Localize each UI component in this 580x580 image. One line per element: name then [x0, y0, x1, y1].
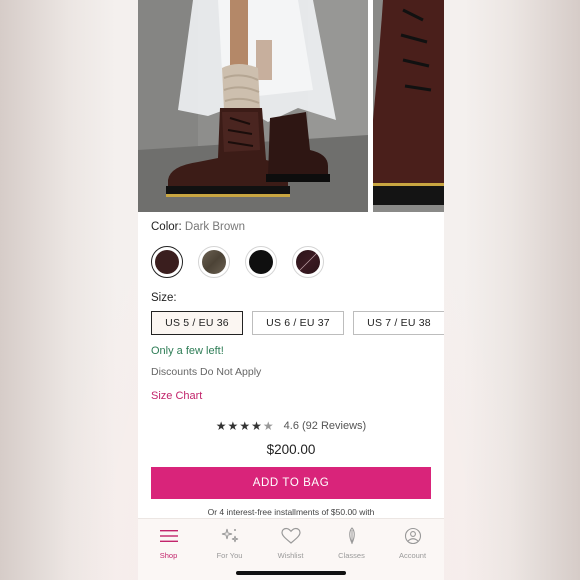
- size-option-us6[interactable]: US 6 / EU 37: [252, 311, 344, 335]
- add-to-bag-button[interactable]: ADD TO BAG: [151, 467, 431, 499]
- boot-worn-illustration: [138, 0, 368, 212]
- phone-screen: Color: Dark Brown Size: US 5 / EU 36 US …: [138, 0, 444, 580]
- menu-lines-icon: [159, 530, 178, 542]
- heart-icon: [280, 527, 301, 544]
- size-option-us7[interactable]: US 7 / EU 38: [353, 311, 444, 335]
- swatch-olive-brown[interactable]: [198, 246, 230, 278]
- product-photo-next[interactable]: [373, 0, 444, 212]
- size-chart-link[interactable]: Size Chart: [151, 390, 202, 402]
- rating-summary[interactable]: ★★★★★ 4.6 (92 Reviews): [138, 419, 444, 433]
- stock-status: Only a few left!: [151, 345, 224, 357]
- feather-icon: [348, 527, 355, 545]
- star-rating-icon: ★★★★★: [215, 419, 275, 433]
- product-image-gallery[interactable]: [138, 0, 444, 212]
- nav-item-shop[interactable]: Shop: [138, 527, 199, 560]
- home-indicator[interactable]: [236, 571, 346, 575]
- nav-label-for-you: For You: [216, 551, 243, 560]
- nav-label-classes: Classes: [338, 551, 365, 560]
- nav-item-classes[interactable]: Classes: [321, 527, 382, 560]
- size-option-us5[interactable]: US 5 / EU 36: [151, 311, 243, 335]
- swatch-color-dark-brown: [155, 250, 179, 274]
- nav-item-for-you[interactable]: For You: [199, 527, 260, 560]
- swatch-dark-brown[interactable]: [151, 246, 183, 278]
- swatch-color-burgundy: [296, 250, 320, 274]
- swatch-color-olive-brown: [202, 250, 226, 274]
- installments-note: Or 4 interest-free installments of $50.0…: [207, 507, 375, 517]
- nav-label-wishlist: Wishlist: [277, 551, 304, 560]
- swatch-black[interactable]: [245, 246, 277, 278]
- account-icon: [404, 527, 421, 545]
- color-selection-label: Color: Dark Brown: [151, 221, 245, 233]
- color-swatches: [151, 246, 441, 278]
- product-price: $200.00: [266, 442, 316, 457]
- color-value: Dark Brown: [184, 221, 245, 233]
- boot-closeup-illustration: [373, 0, 444, 212]
- nav-label-account: Account: [398, 551, 427, 560]
- rating-text: 4.6 (92 Reviews): [283, 420, 367, 432]
- size-options: US 5 / EU 36 US 6 / EU 37 US 7 / EU 38: [151, 311, 444, 335]
- nav-label-shop: Shop: [159, 551, 178, 560]
- nav-item-wishlist[interactable]: Wishlist: [260, 527, 321, 560]
- swatch-color-black: [249, 250, 273, 274]
- color-label: Color:: [151, 221, 182, 233]
- discount-note: Discounts Do Not Apply: [151, 366, 262, 378]
- size-label: Size:: [151, 292, 177, 304]
- swatch-burgundy[interactable]: [292, 246, 324, 278]
- product-photo-main[interactable]: [138, 0, 368, 212]
- nav-item-account[interactable]: Account: [382, 527, 443, 560]
- half-star-icon: ★: [262, 419, 275, 433]
- sparkle-icon: [221, 528, 238, 543]
